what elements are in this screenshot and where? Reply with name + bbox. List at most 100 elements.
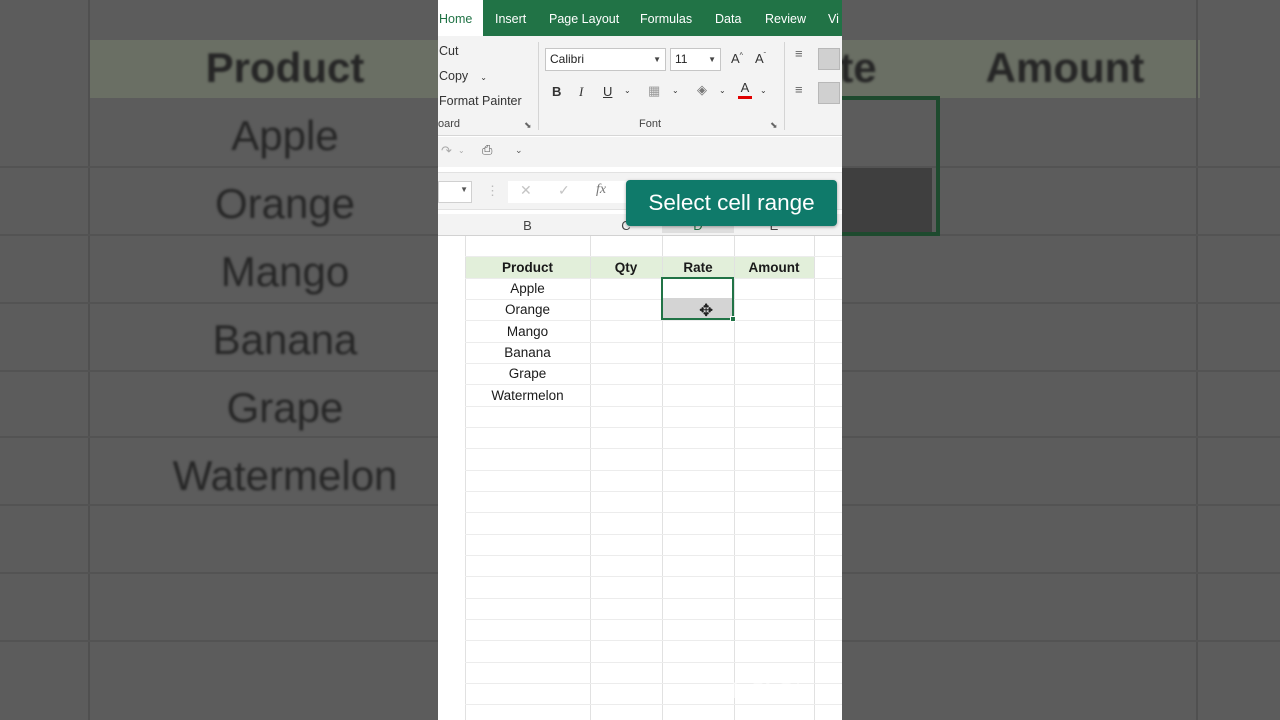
product-cell[interactable]: Banana — [465, 342, 590, 363]
gridline — [662, 236, 663, 720]
copy-button[interactable]: Copy ⌄ — [439, 69, 487, 83]
increase-font-icon[interactable]: A^ — [731, 51, 743, 66]
tab-formulas[interactable]: Formulas — [640, 0, 692, 36]
chevron-down-icon[interactable]: ⌄ — [458, 146, 465, 155]
align-center-icon[interactable] — [818, 82, 840, 104]
gridline — [465, 470, 842, 471]
product-cell[interactable]: Apple — [465, 278, 590, 299]
bg-word-apple: Apple — [231, 112, 339, 159]
name-box[interactable]: ▼ — [438, 181, 472, 203]
bg-word-amount: Amount — [985, 44, 1145, 91]
gridline — [465, 427, 842, 428]
bg-word-product: Product — [205, 44, 365, 91]
inshot-watermark: InShOt — [732, 678, 802, 703]
redo-icon[interactable]: ↷ — [441, 143, 452, 159]
gridline — [465, 406, 842, 407]
gridline — [465, 491, 842, 492]
clipboard-group-label: oard — [438, 118, 461, 130]
worksheet-grid[interactable]: Product Qty Rate Amount Apple Orange Man… — [438, 236, 842, 720]
ribbon-home: Cut Copy ⌄ Format Painter oard ⬊ Calibri … — [438, 36, 842, 136]
customize-toolbar-icon[interactable]: ⌄ — [515, 145, 523, 156]
bg-word-mango: Mango — [220, 248, 350, 295]
gridline — [734, 236, 735, 720]
dialog-launcher-icon[interactable]: ⬊ — [524, 120, 532, 131]
chevron-down-icon: ▼ — [460, 185, 468, 194]
gridline — [465, 662, 842, 663]
chevron-down-icon[interactable]: ⌄ — [672, 86, 679, 95]
underline-button[interactable]: U — [603, 84, 612, 99]
bg-gridline — [88, 0, 90, 720]
bg-word-orange: Orange — [214, 180, 356, 227]
print-preview-icon[interactable]: ⎙ — [482, 142, 492, 158]
product-cell[interactable]: Orange — [465, 299, 590, 320]
tab-view[interactable]: Vi — [828, 0, 839, 36]
chevron-down-icon[interactable]: ⌄ — [719, 86, 726, 95]
chevron-down-icon[interactable]: ⌄ — [624, 86, 631, 95]
cancel-icon[interactable]: ✕ — [520, 182, 532, 199]
header-cell-product[interactable]: Product — [465, 257, 590, 278]
shrink-font-letter: A — [755, 51, 764, 66]
bold-button[interactable]: B — [552, 84, 561, 99]
gridline — [465, 448, 842, 449]
tab-home[interactable]: Home — [438, 0, 483, 36]
tab-page-layout[interactable]: Page Layout — [549, 0, 619, 36]
copy-label: Copy — [439, 69, 469, 83]
excel-window: Home Insert Page Layout Formulas Data Re… — [438, 0, 842, 720]
gridline — [465, 555, 842, 556]
chevron-down-icon[interactable]: ⌄ — [760, 86, 767, 95]
tab-data[interactable]: Data — [715, 0, 741, 36]
gridline — [465, 576, 842, 577]
align-left-icon[interactable]: ≡ — [795, 82, 803, 97]
font-size-select[interactable]: 11 ▼ — [670, 48, 721, 71]
group-separator — [538, 42, 539, 130]
fill-color-icon[interactable]: ◈ — [697, 82, 707, 98]
gridline — [465, 598, 842, 599]
font-color-icon[interactable]: A — [738, 81, 752, 99]
bg-gridline — [1196, 0, 1198, 720]
bg-selected-border — [840, 96, 940, 236]
insert-function-button[interactable]: fx — [596, 182, 606, 198]
column-header-b[interactable]: B — [465, 218, 590, 233]
borders-icon[interactable]: ▦ — [648, 83, 660, 99]
gridline — [814, 236, 815, 720]
group-separator — [784, 42, 785, 130]
video-frame: Product Apple Orange Mango Banana Grape … — [0, 0, 1280, 720]
tab-review[interactable]: Review — [765, 0, 806, 36]
ribbon-tab-bar: Home Insert Page Layout Formulas Data Re… — [438, 0, 842, 36]
dialog-launcher-icon[interactable]: ⬊ — [770, 120, 778, 131]
format-painter-button[interactable]: Format Painter — [439, 94, 522, 108]
gridline — [465, 704, 842, 705]
product-cell[interactable]: Mango — [465, 321, 590, 342]
gridline — [465, 640, 842, 641]
bg-word-watermelon: Watermelon — [172, 452, 398, 499]
tab-insert[interactable]: Insert — [495, 0, 526, 36]
header-cell-qty[interactable]: Qty — [590, 257, 662, 278]
gridline — [465, 619, 842, 620]
bg-word-banana: Banana — [212, 316, 358, 363]
cut-button[interactable]: Cut — [439, 44, 458, 58]
header-cell-rate[interactable]: Rate — [662, 257, 734, 278]
align-middle-icon[interactable] — [818, 48, 840, 70]
quick-access-toolbar: ↷ ⌄ ⎙ ⌄ — [438, 137, 842, 167]
font-group-label: Font — [639, 118, 662, 130]
font-family-select[interactable]: Calibri ▼ — [545, 48, 666, 71]
chevron-down-icon: ▼ — [653, 55, 661, 64]
bg-word-grape: Grape — [226, 384, 344, 431]
drag-handle-icon[interactable]: ⋮ — [486, 183, 499, 199]
product-cell[interactable]: Grape — [465, 363, 590, 384]
font-family-value: Calibri — [550, 52, 585, 66]
italic-button[interactable]: I — [579, 84, 583, 100]
gridline — [465, 512, 842, 513]
enter-icon[interactable]: ✓ — [558, 182, 570, 199]
chevron-down-icon: ⌄ — [480, 73, 487, 82]
font-size-value: 11 — [675, 52, 688, 66]
header-cell-amount[interactable]: Amount — [734, 257, 814, 278]
gridline — [465, 534, 842, 535]
grow-font-letter: A — [731, 51, 740, 66]
product-cell[interactable]: Watermelon — [465, 385, 590, 406]
decrease-font-icon[interactable]: Aˇ — [755, 51, 766, 66]
instruction-callout: Select cell range — [626, 180, 837, 226]
chevron-down-icon: ▼ — [708, 55, 716, 64]
align-top-icon[interactable]: ≡ — [795, 46, 803, 61]
gridline — [590, 236, 591, 720]
